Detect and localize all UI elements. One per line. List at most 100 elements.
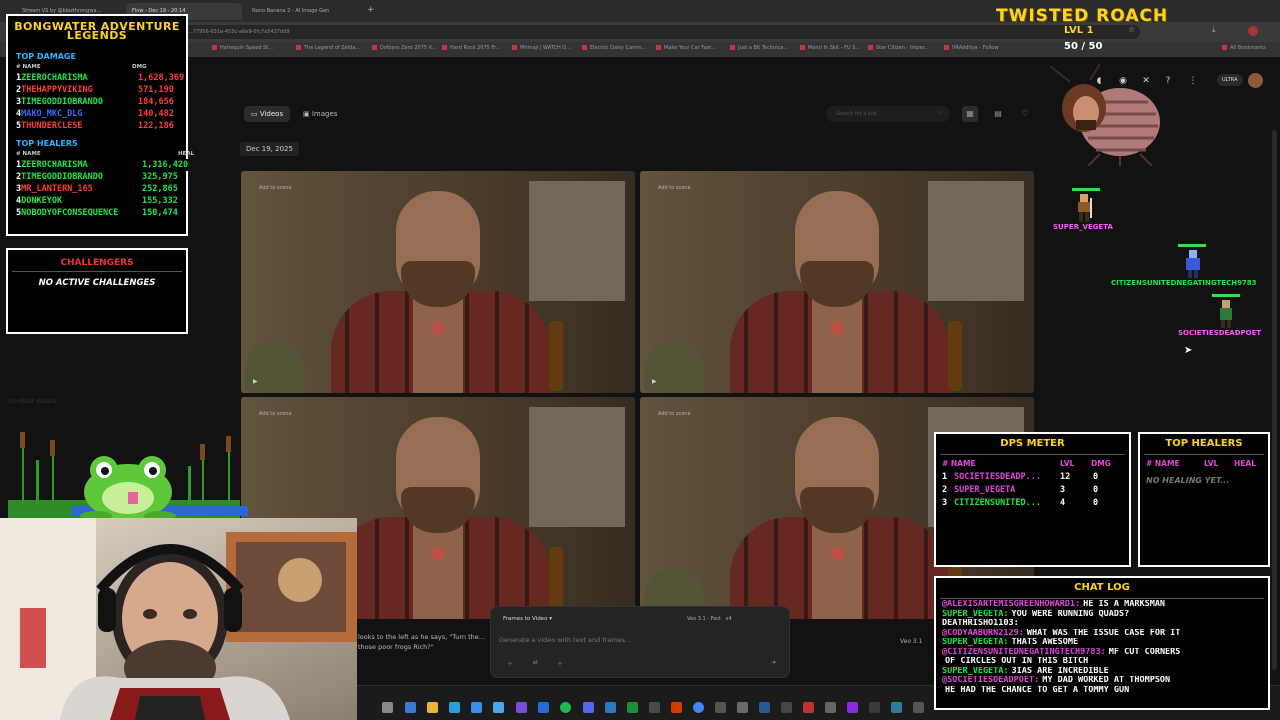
- add-to-scene-label[interactable]: Add to scene: [658, 185, 691, 191]
- download-icon[interactable]: ⤓: [1212, 25, 1216, 35]
- add-to-scene-label[interactable]: Add to scene: [259, 185, 292, 191]
- player-name: TIMEGODDIOBRANDO: [21, 97, 104, 107]
- side-note: Scrollbar details: [8, 398, 57, 405]
- app-icon[interactable]: [891, 702, 902, 713]
- swap-icon[interactable]: ⇄: [533, 659, 538, 666]
- add-end-frame-icon[interactable]: ＋: [557, 659, 563, 668]
- col-lvl: LVL: [1060, 459, 1075, 468]
- app-icon[interactable]: [516, 702, 527, 713]
- discord-taskbar-icon[interactable]: [583, 702, 594, 713]
- file-explorer-icon[interactable]: [382, 702, 393, 713]
- list-view-button[interactable]: ▤: [990, 106, 1006, 122]
- chrome-icon[interactable]: [693, 702, 704, 713]
- excel-icon[interactable]: [627, 702, 638, 713]
- healer-row: 4DONKEYOK 155,332: [16, 195, 194, 207]
- app-icon[interactable]: [825, 702, 836, 713]
- new-tab-icon[interactable]: +: [367, 5, 375, 15]
- bookmark-item[interactable]: Make Your Car Fast...: [656, 45, 716, 51]
- chat-message: @ALEXISARTEMISGREENHOWARD1: HE IS A MARKS…: [942, 600, 1268, 610]
- app-icon[interactable]: [869, 702, 880, 713]
- boss-title: TWISTED ROACH: [996, 6, 1169, 26]
- app-icon[interactable]: [759, 702, 770, 713]
- bookmark-item[interactable]: All Bookmarks: [1222, 45, 1266, 51]
- dps-rank: 2: [942, 485, 948, 495]
- app-icon[interactable]: [649, 702, 660, 713]
- add-to-scene-label[interactable]: Add to scene: [259, 411, 292, 417]
- app-icon[interactable]: [737, 702, 748, 713]
- col-name: # NAME: [1146, 459, 1180, 468]
- play-icon[interactable]: ▶: [253, 378, 258, 385]
- user-avatar[interactable]: [1248, 73, 1263, 88]
- video-clip-thumbnail[interactable]: Add to scene ▶: [640, 171, 1034, 393]
- chat-message: OF CIRCLES OUT IN THIS BITCH: [942, 657, 1268, 667]
- app-icon[interactable]: [471, 702, 482, 713]
- streamer-figure: [0, 518, 357, 720]
- player-name: DONKEYOK: [21, 196, 63, 206]
- bookmark-item[interactable]: Hard Rock 2075 Fr...: [442, 45, 500, 51]
- edge-icon[interactable]: [449, 702, 460, 713]
- app-icon[interactable]: [847, 702, 858, 713]
- bookmark-star-icon[interactable]: ☆: [1128, 25, 1135, 34]
- play-icon[interactable]: ▶: [652, 378, 657, 385]
- bookmark-item[interactable]: Mhmaji | WATCH O...: [512, 45, 571, 51]
- app-icon[interactable]: [781, 702, 792, 713]
- player-hp-bar: [1212, 294, 1240, 297]
- video-clip-thumbnail[interactable]: Add to scene ▶: [241, 171, 635, 393]
- bookmark-item[interactable]: Monti In Skit - FU S...: [800, 45, 860, 51]
- col-name: # NAME: [16, 151, 41, 157]
- send-icon[interactable]: ➜: [771, 659, 776, 666]
- chat-username: SUPER_VEGETA:: [942, 666, 1009, 676]
- heal-value: 150,474: [142, 207, 178, 219]
- more-options-icon[interactable]: ⋮: [1186, 74, 1200, 88]
- add-to-scene-label[interactable]: Add to scene: [658, 411, 691, 417]
- tab-images[interactable]: ▣ Images: [296, 106, 344, 122]
- mode-select[interactable]: Frames to Video ▾: [503, 616, 552, 622]
- app-icon[interactable]: [803, 702, 814, 713]
- model-select[interactable]: Veo 3.1 - Fast x4: [687, 616, 732, 622]
- app-icon[interactable]: [671, 702, 682, 713]
- damage-value: 184,656: [138, 97, 174, 107]
- app-icon[interactable]: [538, 702, 549, 713]
- grid-view-button[interactable]: ▦: [962, 106, 978, 122]
- app-icon[interactable]: [405, 702, 416, 713]
- chat-message: @SOCIETIESDEADPOET: MY DAD WORKED AT THOM…: [942, 676, 1268, 686]
- bookmark-item[interactable]: The Legend of Zelda...: [296, 45, 360, 51]
- bookmark-item[interactable]: Dolbyss Zero 2075 X...: [372, 45, 437, 51]
- address-bar[interactable]: ...77956-631e-453c-a6e9-0fc7a5437dd9: [180, 25, 1140, 39]
- heal-value: 252,865: [142, 183, 178, 195]
- clip-search-input[interactable]: Search for a clip ⌕: [826, 106, 950, 122]
- top-damage-heading: TOP DAMAGE: [16, 52, 76, 61]
- dps-player-name: SUPER_VEGETA: [954, 485, 1016, 495]
- player-name: NOBODYOFCONSEQUENCE: [21, 208, 119, 218]
- app-icon[interactable]: [605, 702, 616, 713]
- page-scrollbar[interactable]: [1272, 130, 1277, 670]
- bookmark-item[interactable]: Harlequin Speed St...: [212, 45, 273, 51]
- damage-row: 4MAKO_MKC_DLG 140,482: [16, 108, 194, 120]
- favorites-button[interactable]: ♡: [1017, 106, 1033, 122]
- chat-log-panel: CHAT LOG @ALEXISARTEMISGREENHOWARD1: HE I…: [934, 576, 1270, 710]
- bookmark-item[interactable]: VRAdditya - Follow: [944, 45, 998, 51]
- app-icon[interactable]: [493, 702, 504, 713]
- spotify-icon[interactable]: [560, 702, 571, 713]
- tab-images-label: Images: [311, 110, 338, 118]
- bookmark-item[interactable]: Star Citizen - Imper...: [868, 45, 929, 51]
- bookmark-item[interactable]: Electric Daisy Carniv...: [582, 45, 646, 51]
- challengers-title: CHALLENGERS: [60, 258, 134, 268]
- app-icon[interactable]: [913, 702, 924, 713]
- app-icon[interactable]: [715, 702, 726, 713]
- damage-row: 5THUNDERCLESE 122,186: [16, 120, 194, 132]
- damage-value: 122,186: [138, 121, 174, 131]
- chat-text: 3IAS ARE INCREDIBLE: [1011, 666, 1109, 676]
- browser-tab[interactable]: Nano Banana 2 - AI Image Gen: [246, 3, 366, 20]
- top-healers-panel: TOP HEALERS # NAME LVL HEAL NO HEALING Y…: [1138, 432, 1270, 567]
- bookmark-item[interactable]: Just a Bit Technica...: [730, 45, 788, 51]
- col-name: # NAME: [942, 459, 976, 468]
- grid-icon: ▦: [966, 109, 974, 118]
- add-frame-icon[interactable]: ＋: [507, 659, 513, 668]
- tab-videos[interactable]: ▭ Videos: [244, 106, 291, 122]
- chat-text: MY DAD WORKED AT THOMPSON: [1042, 676, 1171, 685]
- profile-avatar[interactable]: [1248, 26, 1258, 36]
- dps-meter-title: DPS METER: [1000, 438, 1065, 449]
- prompt-input[interactable]: Generate a video with text and frames...: [499, 636, 631, 644]
- folder-icon[interactable]: [427, 702, 438, 713]
